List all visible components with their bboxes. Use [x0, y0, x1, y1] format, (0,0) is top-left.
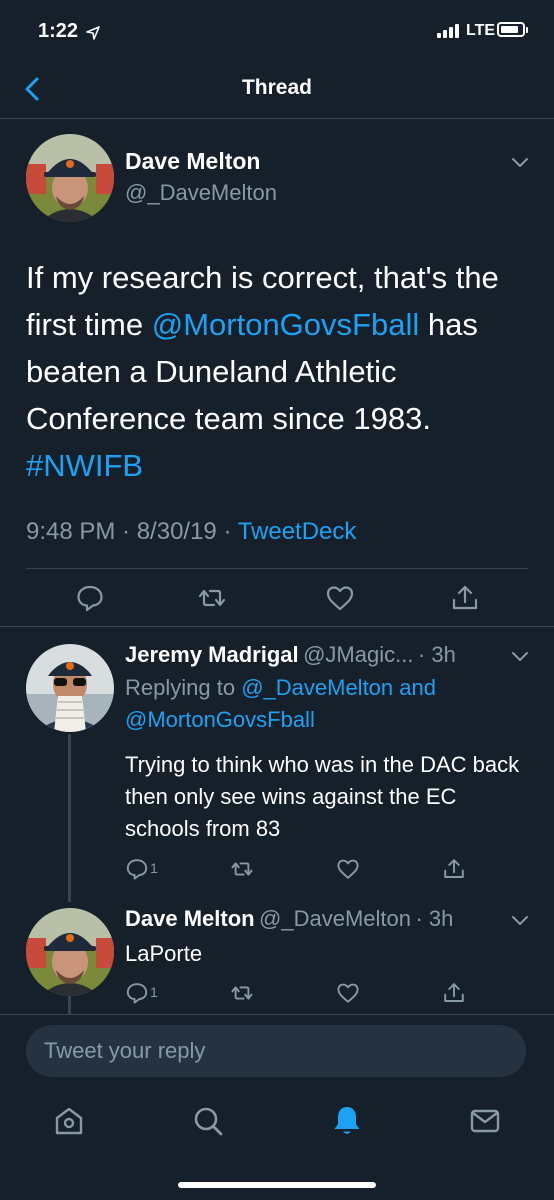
reply-text: LaPorte	[125, 941, 203, 966]
thread-line	[68, 734, 71, 902]
signal-strength-icon	[437, 24, 461, 38]
notifications-icon[interactable]	[330, 1104, 364, 1138]
replying-to-prefix: Replying to	[125, 675, 242, 700]
header-divider	[0, 118, 554, 119]
home-indicator[interactable]	[178, 1182, 376, 1188]
thread-line	[68, 996, 71, 1014]
chevron-down-icon[interactable]	[510, 156, 530, 170]
mention-link[interactable]: @MortonGovsFball	[152, 307, 420, 342]
share-icon[interactable]	[442, 857, 466, 881]
author-name[interactable]: Dave Melton	[125, 148, 260, 175]
hashtag-link[interactable]: #NWIFB	[26, 448, 143, 483]
home-icon[interactable]	[52, 1104, 86, 1138]
retweet-icon[interactable]	[230, 981, 254, 1005]
reply-author-handle[interactable]: @JMagic...	[303, 642, 413, 667]
avatar[interactable]	[26, 908, 114, 996]
tweet-source-link[interactable]: TweetDeck	[238, 518, 357, 545]
reply-time: · 3h	[417, 642, 456, 667]
tweet-meta: 9:48 PM · 8/30/19 · TweetDeck	[26, 518, 356, 546]
replying-to: Replying to @_DaveMelton and @MortonGovsF…	[125, 672, 525, 736]
avatar[interactable]	[26, 134, 114, 222]
reply-header: Dave Melton @_DaveMelton · 3h	[125, 906, 453, 932]
reply-input-placeholder: Tweet your reply	[44, 1038, 206, 1063]
network-type: LTE	[466, 22, 496, 39]
author-handle[interactable]: @_DaveMelton	[125, 180, 277, 206]
composer-divider	[0, 1014, 554, 1015]
replying-to-link[interactable]: @MortonGovsFball	[125, 707, 315, 732]
retweet-icon[interactable]	[197, 583, 227, 613]
page-title: Thread	[241, 76, 312, 99]
share-icon[interactable]	[442, 981, 466, 1005]
meta-divider	[26, 568, 528, 569]
location-arrow-icon	[86, 26, 100, 40]
status-time: 1:22	[38, 20, 79, 42]
chevron-down-icon[interactable]	[510, 650, 530, 664]
replying-to-link[interactable]: @_DaveMelton and	[241, 675, 436, 700]
tweet-divider	[0, 626, 554, 627]
like-icon[interactable]	[336, 981, 360, 1005]
reply-icon[interactable]	[125, 981, 149, 1005]
reply-time: · 3h	[415, 906, 454, 931]
tweet-timestamp: 9:48 PM · 8/30/19 ·	[26, 518, 238, 545]
search-icon[interactable]	[191, 1104, 225, 1138]
reply-header: Jeremy Madrigal @JMagic... · 3h	[125, 642, 456, 668]
like-icon[interactable]	[325, 583, 355, 613]
chevron-down-icon[interactable]	[510, 914, 530, 928]
reply-author-handle[interactable]: @_DaveMelton	[259, 906, 411, 931]
avatar[interactable]	[26, 644, 114, 732]
battery-tip	[526, 27, 528, 33]
reply-count: 1	[150, 860, 158, 876]
reply-icon[interactable]	[75, 583, 105, 613]
reply-text: Trying to think who was in the DAC back …	[125, 752, 520, 841]
retweet-icon[interactable]	[230, 857, 254, 881]
share-icon[interactable]	[450, 583, 480, 613]
battery-icon	[497, 22, 525, 37]
reply-author-name[interactable]: Jeremy Madrigal	[125, 642, 299, 667]
like-icon[interactable]	[336, 857, 360, 881]
reply-icon[interactable]	[125, 857, 149, 881]
reply-count: 1	[150, 984, 158, 1000]
tweet-text: If my research is correct, that's the fi…	[26, 254, 526, 489]
reply-author-name[interactable]: Dave Melton	[125, 906, 255, 931]
messages-icon[interactable]	[468, 1104, 502, 1138]
